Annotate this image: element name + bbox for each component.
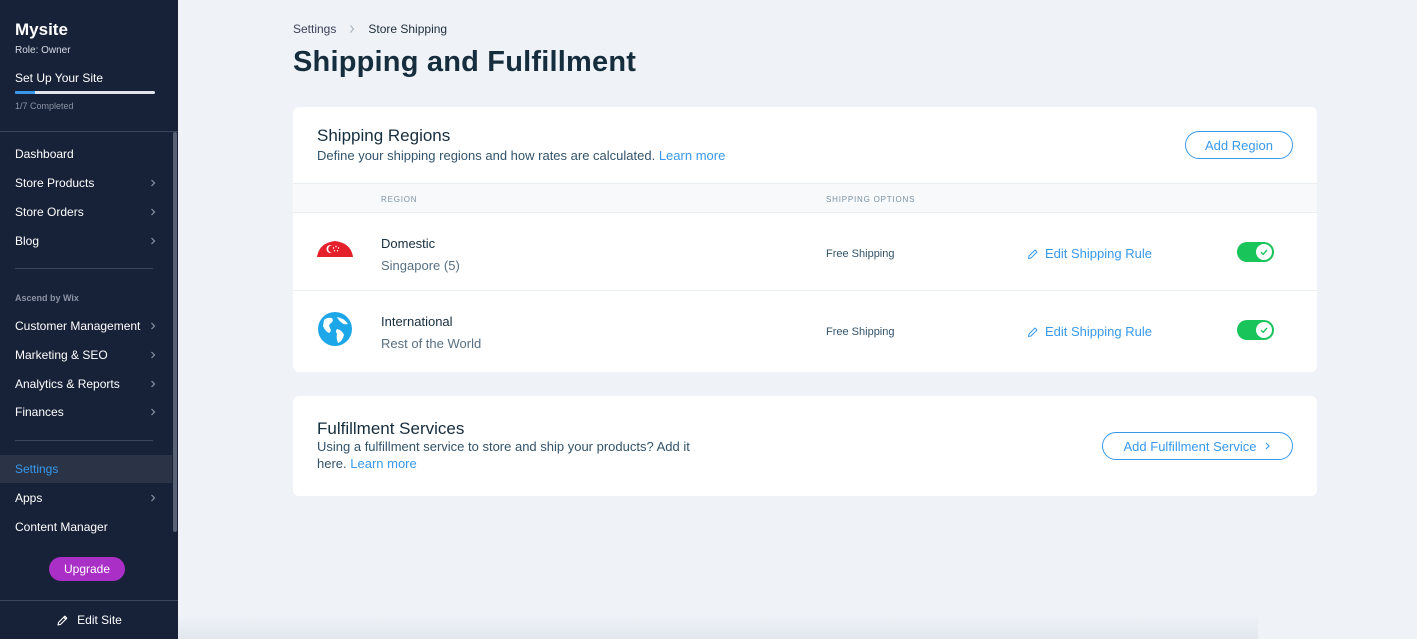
fulfillment-description-line1: Using a fulfillment service to store and…: [317, 439, 690, 454]
region-name: Domestic: [381, 236, 436, 251]
sidebar-item-analytics-reports[interactable]: Analytics & Reports: [0, 370, 172, 398]
shipping-option: Free Shipping: [826, 248, 895, 260]
column-header-region: REGION: [381, 195, 418, 204]
chevron-right-icon: [350, 25, 355, 33]
table-row: International Rest of the World Free Shi…: [293, 291, 1317, 369]
setup-progress-bar: [15, 91, 155, 94]
sidebar-item-label: Finances: [15, 405, 64, 419]
setup-progress-text: 1/7 Completed: [15, 101, 74, 111]
chevron-right-icon: [151, 322, 156, 330]
breadcrumb-settings[interactable]: Settings: [293, 22, 336, 36]
sidebar-item-label: Content Manager: [15, 520, 108, 534]
shipping-regions-subtitle: Define your shipping regions and how rat…: [317, 147, 725, 164]
singapore-flag-icon: [317, 241, 353, 257]
region-detail: Rest of the World: [381, 336, 482, 351]
user-role: Role: Owner: [15, 45, 71, 56]
chevron-right-icon: [151, 179, 156, 187]
chevron-right-icon: [1266, 442, 1271, 450]
sidebar-divider: [15, 268, 153, 269]
sidebar-section-label: Ascend by Wix: [15, 293, 79, 303]
shipping-option: Free Shipping: [826, 326, 895, 338]
setup-progress-fill: [15, 91, 36, 94]
add-fulfillment-service-label: Add Fulfillment Service: [1123, 438, 1257, 454]
pencil-icon: [1028, 327, 1038, 337]
regions-table-header: REGION SHIPPING OPTIONS: [293, 183, 1317, 213]
sidebar-item-store-products[interactable]: Store Products: [0, 169, 172, 197]
fulfillment-services-title: Fulfillment Services: [317, 419, 465, 438]
chevron-right-icon: [151, 351, 156, 359]
checkmark-icon: [1260, 249, 1268, 256]
toggle-knob: [1256, 322, 1272, 338]
edit-shipping-rule-link[interactable]: Edit Shipping Rule: [1027, 246, 1152, 261]
setup-site-link[interactable]: Set Up Your Site: [15, 71, 103, 85]
region-enabled-toggle[interactable]: [1237, 320, 1274, 340]
edit-shipping-rule-label: Edit Shipping Rule: [1045, 246, 1152, 261]
chevron-right-icon: [151, 208, 156, 216]
region-name: International: [381, 314, 453, 329]
edit-site-button[interactable]: Edit Site: [0, 600, 178, 639]
chevron-right-icon: [151, 380, 156, 388]
sidebar: Mysite Role: Owner Set Up Your Site 1/7 …: [0, 0, 178, 639]
sidebar-item-label: Apps: [15, 491, 43, 505]
chevron-right-icon: [151, 237, 156, 245]
sidebar-item-content-manager[interactable]: Content Manager: [0, 513, 172, 541]
edit-shipping-rule-label: Edit Shipping Rule: [1045, 324, 1152, 339]
learn-more-link[interactable]: Learn more: [350, 456, 416, 471]
bottom-shadow: [178, 615, 1258, 639]
sidebar-item-label: Store Products: [15, 176, 95, 190]
edit-shipping-rule-link[interactable]: Edit Shipping Rule: [1027, 324, 1152, 339]
sidebar-divider: [15, 440, 153, 441]
sidebar-item-blog[interactable]: Blog: [0, 227, 172, 255]
sidebar-item-label: Settings: [15, 462, 59, 476]
shipping-regions-card: Shipping Regions Define your shipping re…: [293, 107, 1317, 372]
sidebar-item-label: Customer Management: [15, 319, 141, 333]
fulfillment-description-line2: here.: [317, 456, 347, 471]
checkmark-icon: [1260, 327, 1268, 334]
fulfillment-services-card: Fulfillment Services Using a fulfillment…: [293, 396, 1317, 496]
sidebar-item-marketing-seo[interactable]: Marketing & SEO: [0, 341, 172, 369]
add-region-button[interactable]: Add Region: [1185, 131, 1293, 159]
shipping-regions-description: Define your shipping regions and how rat…: [317, 148, 656, 163]
sidebar-item-apps[interactable]: Apps: [0, 484, 172, 512]
sidebar-item-customer-management[interactable]: Customer Management: [0, 312, 172, 340]
chevron-right-icon: [151, 408, 156, 416]
toggle-knob: [1256, 244, 1272, 260]
page-title: Shipping and Fulfillment: [293, 46, 637, 78]
region-detail: Singapore (5): [381, 258, 460, 273]
sidebar-item-label: Dashboard: [15, 147, 74, 161]
sidebar-item-label: Marketing & SEO: [15, 348, 108, 362]
table-row: Domestic Singapore (5) Free Shipping Edi…: [293, 213, 1317, 291]
column-header-shipping-options: SHIPPING OPTIONS: [826, 195, 916, 204]
learn-more-link[interactable]: Learn more: [659, 148, 725, 163]
sidebar-item-dashboard[interactable]: Dashboard: [0, 140, 172, 168]
pencil-icon: [1028, 249, 1038, 259]
upgrade-button[interactable]: Upgrade: [49, 557, 125, 581]
fulfillment-description-line2-wrap: here. Learn more: [317, 455, 690, 472]
sidebar-item-store-orders[interactable]: Store Orders: [0, 198, 172, 226]
edit-site-label: Edit Site: [77, 613, 122, 627]
region-enabled-toggle[interactable]: [1237, 242, 1274, 262]
sidebar-item-settings[interactable]: Settings: [0, 455, 172, 483]
sidebar-item-label: Store Orders: [15, 205, 84, 219]
chevron-right-icon: [151, 494, 156, 502]
sidebar-item-label: Blog: [15, 234, 40, 248]
globe-icon: [318, 312, 352, 346]
sidebar-scrollbar[interactable]: [173, 132, 177, 532]
pencil-icon: [57, 615, 68, 626]
fulfillment-services-subtitle: Using a fulfillment service to store and…: [317, 438, 690, 472]
site-name[interactable]: Mysite: [15, 20, 68, 40]
sidebar-divider: [0, 131, 178, 132]
breadcrumb-current: Store Shipping: [368, 22, 448, 36]
sidebar-item-finances[interactable]: Finances: [0, 398, 172, 426]
sidebar-item-label: Analytics & Reports: [15, 377, 120, 391]
breadcrumb: Settings Store Shipping: [293, 22, 447, 36]
add-fulfillment-service-button[interactable]: Add Fulfillment Service: [1102, 432, 1293, 460]
shipping-regions-title: Shipping Regions: [317, 126, 451, 145]
